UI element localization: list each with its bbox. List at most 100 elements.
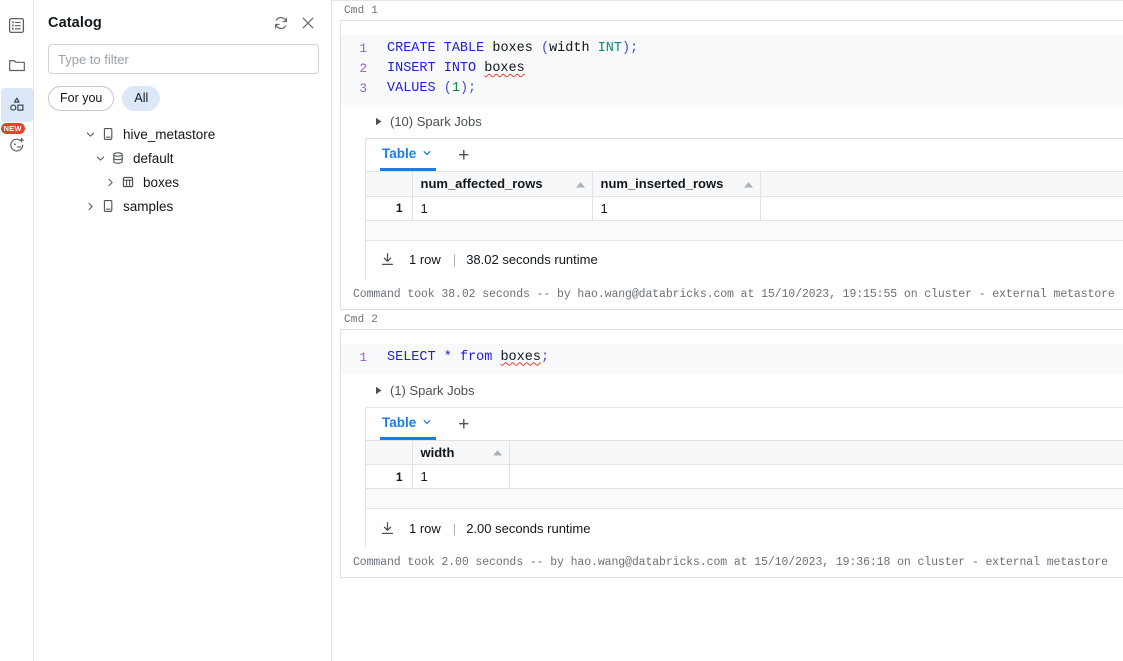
row-index-header [366, 172, 413, 197]
row-index: 1 [366, 196, 413, 221]
tree-item-hive-metastore[interactable]: hive_metastore [34, 122, 331, 146]
code-token: TABLE [443, 41, 485, 56]
assistant-icon[interactable]: NEW [0, 123, 33, 162]
databricks-notebook-app: NEW Catalog Type to filter For you All h… [0, 0, 1123, 661]
download-icon[interactable] [380, 521, 395, 536]
pill-all[interactable]: All [122, 86, 161, 111]
filter-row [34, 44, 331, 74]
tab-table[interactable]: Table [380, 139, 437, 171]
tab-table[interactable]: Table [380, 408, 437, 440]
catalog-filter-input[interactable] [48, 44, 319, 74]
catalog-panel: Catalog For you All [34, 0, 332, 661]
column-header-label: num_inserted_rows [600, 176, 724, 192]
table-row[interactable]: 1 1 1 [366, 196, 1123, 221]
chevron-down-icon[interactable] [92, 153, 108, 164]
chevron-right-icon[interactable] [102, 177, 118, 188]
spark-jobs-toggle[interactable]: (1) Spark Jobs [341, 374, 1123, 407]
add-visualization-button[interactable]: + [458, 146, 469, 171]
catalog-tree: hive_metastore default boxes samples [34, 119, 331, 661]
result-footer: 1 row | 2.00 seconds runtime [366, 509, 1123, 547]
add-visualization-button[interactable]: + [458, 415, 469, 440]
column-header[interactable]: num_affected_rows [412, 172, 593, 197]
code-token: ( [540, 41, 550, 56]
chevron-right-icon[interactable] [82, 201, 98, 212]
refresh-icon[interactable] [270, 12, 292, 34]
triangle-right-icon [375, 117, 383, 126]
catalog-book-icon [98, 199, 118, 213]
line-number: 1 [359, 42, 367, 56]
line-number: 1 [359, 350, 367, 365]
column-header[interactable]: width [412, 440, 510, 465]
tree-item-label: default [133, 150, 174, 166]
cell-footer: Command took 2.00 seconds -- by hao.wang… [353, 556, 1108, 569]
code-editor[interactable]: 1 CREATE TABLE boxes (width INT); 2 INSE… [341, 21, 1123, 105]
download-icon[interactable] [380, 252, 395, 267]
sort-ascending-icon[interactable] [743, 176, 754, 191]
line-number: 2 [359, 62, 367, 76]
code-token: INT [597, 41, 623, 56]
divider: | [452, 252, 457, 267]
chevron-down-icon[interactable] [422, 415, 432, 430]
tree-item-boxes[interactable]: boxes [34, 170, 331, 194]
result-table: width 1 1 [366, 440, 1123, 509]
code-token: width [549, 41, 590, 56]
spark-jobs-toggle[interactable]: (10) Spark Jobs [341, 105, 1123, 138]
tree-item-label: hive_metastore [123, 126, 216, 142]
code-token: ; [630, 41, 639, 56]
result-panel: Table + width 1 1 1 row | 2.00 seconds r… [365, 406, 1123, 547]
result-tabs: Table + [366, 139, 1123, 172]
result-table: num_affected_rows num_inserted_rows 1 1 … [366, 172, 1123, 241]
table-filler-row [366, 220, 1123, 241]
code-token: INTO [443, 61, 477, 76]
line-number: 3 [359, 82, 367, 96]
cell-label: Cmd 2 [344, 313, 379, 326]
divider: | [452, 520, 457, 536]
database-icon [108, 151, 128, 165]
row-index: 1 [366, 464, 413, 489]
table-row[interactable]: 1 1 [366, 464, 1123, 489]
code-line: 2 INSERT INTO boxes [341, 59, 1123, 79]
notebook-area: Cmd 1 1 CREATE TABLE boxes (width INT); … [332, 0, 1123, 661]
folder-icon[interactable] [1, 48, 33, 82]
notebook-cell-2: Cmd 2 1 SELECT * from boxes; (1) Spark J… [332, 310, 1123, 578]
catalog-icon[interactable] [0, 88, 33, 122]
tree-item-label: samples [123, 198, 174, 214]
tree-item-default[interactable]: default [34, 146, 331, 170]
code-token: ; [468, 81, 477, 96]
tree-item-samples[interactable]: samples [34, 194, 331, 218]
chevron-down-icon[interactable] [82, 129, 98, 140]
tree-item-label: boxes [143, 174, 180, 190]
result-footer: 1 row | 38.02 seconds runtime [366, 241, 1123, 279]
code-token: boxes [484, 61, 525, 76]
workspace-icon[interactable] [1, 8, 33, 42]
runtime-label: 2.00 seconds runtime [466, 520, 591, 536]
code-token: ; [540, 349, 550, 365]
code-token: boxes [492, 41, 533, 56]
new-badge: NEW [0, 123, 25, 134]
code-token: ) [622, 41, 631, 56]
code-line: 1 CREATE TABLE boxes (width INT); [341, 39, 1123, 59]
code-token: from [459, 349, 493, 365]
code-token: 1 [451, 81, 460, 96]
row-count: 1 row [409, 520, 441, 536]
code-editor[interactable]: 1 SELECT * from boxes; [341, 330, 1123, 374]
close-icon[interactable] [297, 12, 319, 34]
table-cell: 1 [412, 464, 510, 489]
column-header-label: num_affected_rows [420, 176, 543, 192]
code-line: 3 VALUES (1); [341, 79, 1123, 99]
cell-body: 1 SELECT * from boxes; (1) Spark Jobs Ta… [340, 328, 1123, 578]
table-cell-filler [760, 196, 1123, 221]
column-header[interactable]: num_inserted_rows [592, 172, 761, 197]
chevron-down-icon[interactable] [422, 146, 432, 161]
column-header-filler [760, 172, 1123, 197]
cell-label: Cmd 1 [344, 5, 379, 17]
code-token: SELECT [387, 349, 436, 365]
pill-for-you[interactable]: For you [48, 86, 115, 111]
catalog-title: Catalog [48, 15, 102, 31]
runtime-label: 38.02 seconds runtime [466, 252, 598, 267]
sort-ascending-icon[interactable] [575, 176, 586, 191]
table-cell: 1 [412, 196, 593, 221]
sort-ascending-icon[interactable] [492, 445, 503, 460]
code-token: CREATE [387, 41, 436, 56]
spark-jobs-label: (1) Spark Jobs [390, 382, 475, 398]
